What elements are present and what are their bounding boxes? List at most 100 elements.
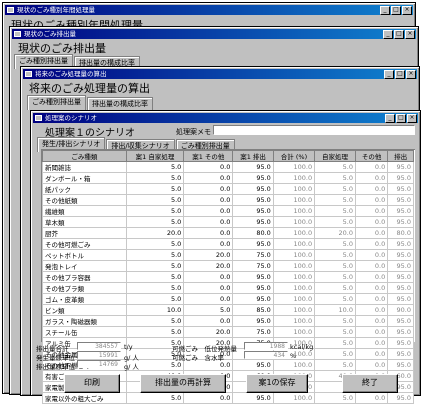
value-cell: 0.0 [354, 282, 389, 294]
waste-type-cell: 草木類 [42, 216, 127, 228]
heat-unit: kcal/kg [290, 343, 314, 351]
table-row: その他可燃ごみ 5.0 0.0 95.0 100.0 5.0 0.0 95.0 [42, 238, 414, 250]
value-cell[interactable]: 95.0 [232, 282, 274, 294]
value-cell[interactable]: 20.0 [183, 249, 234, 261]
value-cell[interactable]: 95.0 [232, 194, 274, 206]
value-cell[interactable]: 0.0 [183, 172, 234, 184]
value-cell[interactable]: 0.0 [183, 183, 234, 195]
value-cell[interactable]: 75.0 [232, 326, 274, 338]
value-cell: 5.0 [314, 205, 356, 217]
moist-field: 434 [244, 351, 288, 359]
value-cell[interactable]: 5.0 [125, 271, 185, 283]
value-cell[interactable]: 80.0 [232, 227, 274, 239]
value-cell[interactable]: 0.0 [183, 392, 234, 404]
close-button[interactable]: × [406, 70, 416, 79]
waste-type-cell: 発泡トレイ [42, 260, 127, 272]
table-header-cell: 排出 [387, 150, 414, 162]
value-cell[interactable]: 95.0 [232, 216, 274, 228]
value-cell: 0.0 [354, 183, 389, 195]
tab-discharge-by-type[interactable]: ごみ種別排出量 [27, 95, 86, 110]
dis-per-unit-unit: g/ 人 [124, 363, 139, 371]
save-scenario-button[interactable]: 案1の保存 [246, 374, 308, 393]
value-cell[interactable]: 5.0 [125, 326, 185, 338]
value-cell[interactable]: 10.0 [125, 304, 185, 316]
minimize-button[interactable]: _ [384, 70, 394, 79]
value-cell[interactable]: 5.0 [125, 260, 185, 272]
value-cell: 5.0 [314, 216, 356, 228]
value-cell[interactable]: 5.0 [125, 194, 185, 206]
value-cell[interactable]: 95.0 [232, 359, 274, 371]
value-cell[interactable]: 0.0 [183, 238, 234, 250]
value-cell[interactable]: 95.0 [232, 293, 274, 305]
value-cell[interactable]: 0.0 [183, 216, 234, 228]
value-cell[interactable]: 5.0 [125, 216, 185, 228]
value-cell[interactable]: 0.0 [183, 293, 234, 305]
waste-type-cell: その他可燃ごみ [42, 238, 127, 250]
value-cell[interactable]: 0.0 [183, 227, 234, 239]
value-cell[interactable]: 20.0 [183, 326, 234, 338]
value-cell[interactable]: 5.0 [125, 161, 185, 173]
value-cell[interactable]: 5.0 [125, 238, 185, 250]
minimize-button[interactable]: _ [380, 6, 390, 15]
value-cell[interactable]: 75.0 [232, 260, 274, 272]
maximize-button[interactable]: □ [395, 70, 405, 79]
value-cell[interactable]: 5.0 [125, 392, 185, 404]
value-cell[interactable]: 95.0 [232, 392, 274, 404]
value-cell: 100.0 [272, 161, 316, 173]
value-cell: 100.0 [272, 293, 316, 305]
value-cell[interactable]: 5.0 [125, 293, 185, 305]
value-cell[interactable]: 5.0 [125, 183, 185, 195]
table-row: ガラス・陶磁器類 5.0 0.0 95.0 100.0 5.0 0.0 95.0 [42, 315, 414, 327]
value-cell[interactable]: 0.0 [183, 315, 234, 327]
value-cell[interactable]: 5.0 [125, 205, 185, 217]
value-cell[interactable]: 0.0 [183, 282, 234, 294]
value-cell[interactable]: 95.0 [232, 205, 274, 217]
value-cell[interactable]: 5.0 [125, 172, 185, 184]
value-cell[interactable]: 5.0 [183, 304, 234, 316]
table-row: その他プラ容器 5.0 0.0 95.0 100.0 5.0 0.0 95.0 [42, 271, 414, 283]
memo-input[interactable] [213, 125, 415, 135]
maximize-button[interactable]: □ [391, 6, 401, 15]
value-cell: 0.0 [354, 359, 389, 371]
value-cell[interactable]: 0.0 [183, 161, 234, 173]
value-cell[interactable]: 20.0 [125, 227, 185, 239]
minimize-button[interactable]: _ [383, 30, 393, 39]
value-cell[interactable]: 95.0 [232, 238, 274, 250]
memo-label: 処理案メモ [176, 128, 211, 136]
value-cell[interactable]: 95.0 [232, 271, 274, 283]
value-cell: 0.0 [354, 304, 389, 316]
close-button[interactable]: × [402, 6, 412, 15]
close-button[interactable]: × [405, 30, 415, 39]
value-cell: 5.0 [314, 315, 356, 327]
value-cell: 5.0 [314, 271, 356, 283]
value-cell[interactable]: 95.0 [232, 183, 274, 195]
close-button[interactable]: × [407, 114, 417, 123]
value-cell[interactable]: 0.0 [183, 194, 234, 206]
value-cell[interactable]: 95.0 [232, 315, 274, 327]
value-cell[interactable]: 5.0 [125, 315, 185, 327]
value-cell: 5.0 [314, 392, 356, 404]
value-cell[interactable]: 0.0 [183, 205, 234, 217]
value-cell[interactable]: 85.0 [232, 304, 274, 316]
value-cell: 100.0 [272, 216, 316, 228]
value-cell: 0.0 [354, 216, 389, 228]
value-cell: 5.0 [314, 359, 356, 371]
value-cell[interactable]: 75.0 [232, 249, 274, 261]
maximize-button[interactable]: □ [394, 30, 404, 39]
maximize-button[interactable]: □ [396, 114, 406, 123]
value-cell[interactable]: 95.0 [232, 172, 274, 184]
exit-button[interactable]: 終了 [342, 374, 398, 393]
minimize-button[interactable]: _ [385, 114, 395, 123]
value-cell[interactable]: 0.0 [183, 271, 234, 283]
value-cell[interactable]: 95.0 [232, 161, 274, 173]
app-icon [35, 115, 42, 121]
value-cell[interactable]: 5.0 [125, 282, 185, 294]
print-button[interactable]: 印刷 [64, 374, 120, 393]
value-cell[interactable]: 20.0 [183, 260, 234, 272]
value-cell[interactable]: 5.0 [125, 249, 185, 261]
value-cell: 5.0 [314, 183, 356, 195]
value-cell: 95.0 [387, 392, 414, 404]
value-cell: 5.0 [314, 326, 356, 338]
recalculate-button[interactable]: 排出量の再計算 [140, 374, 226, 393]
tab-discharge-ratio[interactable]: 排出量の構成比率 [87, 97, 153, 110]
